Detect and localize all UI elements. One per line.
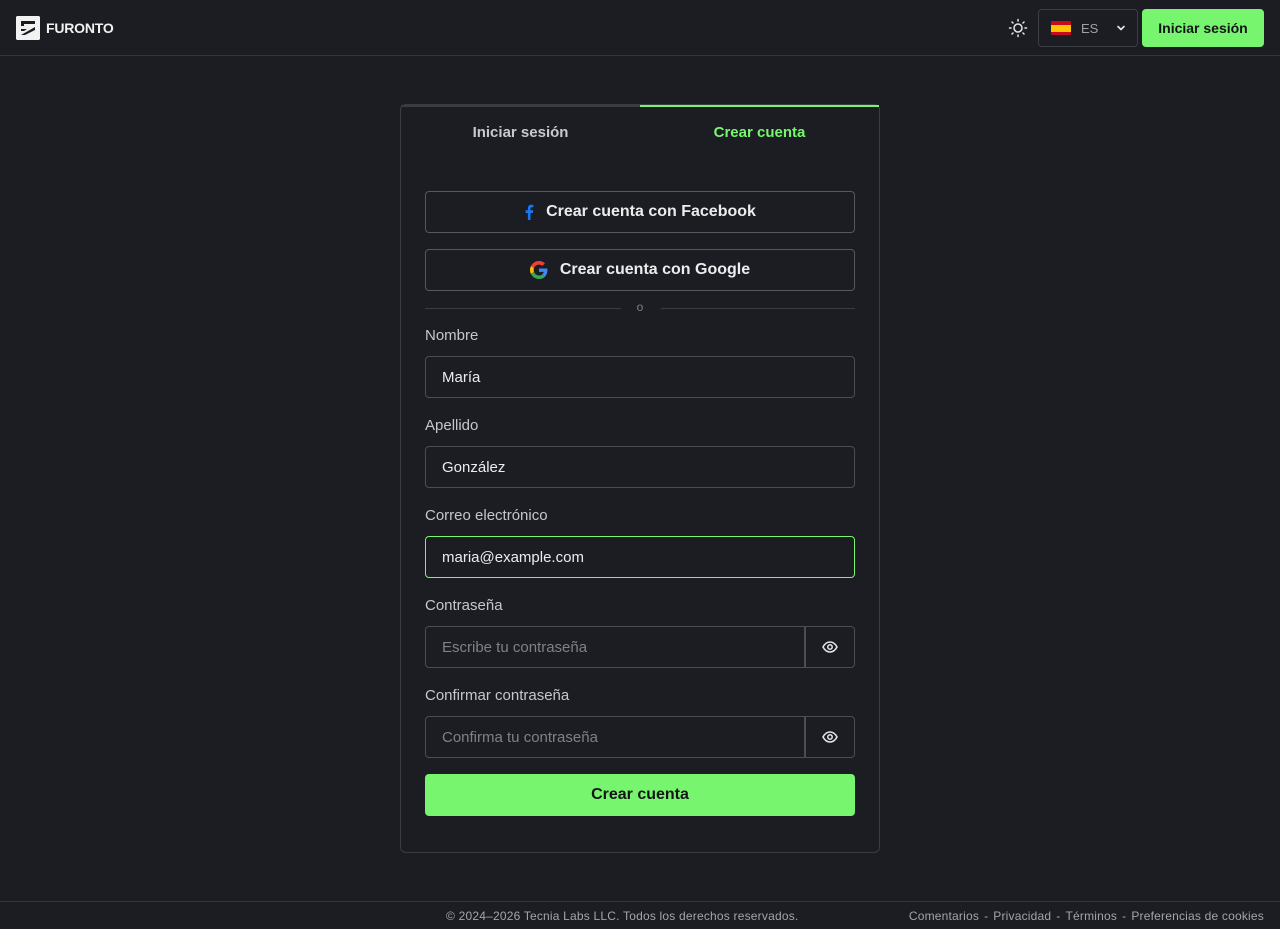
tab-login[interactable]: Iniciar sesión: [401, 105, 640, 157]
email-label: Correo electrónico: [425, 507, 548, 524]
chevron-down-icon: [1117, 25, 1126, 31]
footer-links: Comentarios - Privacidad - Términos - Pr…: [909, 909, 1264, 923]
last-name-input[interactable]: González: [425, 446, 855, 488]
google-icon: [529, 261, 548, 279]
last-name-label: Apellido: [425, 417, 479, 434]
language-code: ES: [1081, 20, 1099, 36]
logo-text: FURONTO: [46, 20, 114, 36]
password-placeholder: Escribe tu contraseña: [442, 638, 588, 656]
logo[interactable]: FURONTO: [16, 15, 114, 41]
email-input[interactable]: maria@example.com: [425, 536, 855, 578]
or-divider: o: [425, 300, 855, 315]
footer-link-privacy[interactable]: Privacidad: [993, 909, 1051, 923]
facebook-signup-button[interactable]: Crear cuenta con Facebook: [425, 191, 855, 233]
last-name-value: González: [442, 458, 506, 476]
confirm-password-label: Confirmar contraseña: [425, 687, 570, 704]
email-value: maria@example.com: [442, 548, 584, 566]
header-login-button[interactable]: Iniciar sesión: [1142, 9, 1264, 47]
password-input[interactable]: Escribe tu contraseña: [425, 626, 805, 668]
first-name-input[interactable]: María: [425, 356, 855, 398]
spain-flag-icon: [1051, 21, 1071, 35]
or-text: o: [636, 300, 644, 314]
top-bar: FURONTO ES Iniciar sesión: [0, 0, 1280, 56]
auth-tabs: Iniciar sesión Crear cuenta: [401, 105, 879, 157]
toggle-confirm-password-visibility-button[interactable]: [805, 716, 855, 758]
copyright-text: © 2024–2026 Tecnia Labs LLC. Todos los d…: [446, 909, 799, 923]
facebook-signup-label: Crear cuenta con Facebook: [546, 203, 756, 220]
eye-icon: [822, 731, 838, 743]
google-signup-button[interactable]: Crear cuenta con Google: [425, 249, 855, 291]
language-select[interactable]: ES: [1038, 9, 1138, 47]
footer-separator: -: [1122, 909, 1127, 923]
toggle-password-visibility-button[interactable]: [805, 626, 855, 668]
footer-separator: -: [984, 909, 989, 923]
google-signup-label: Crear cuenta con Google: [559, 261, 751, 278]
confirm-password-input[interactable]: Confirma tu contraseña: [425, 716, 805, 758]
tab-signup[interactable]: Crear cuenta: [640, 105, 879, 157]
create-account-button[interactable]: Crear cuenta: [425, 774, 855, 816]
eye-icon: [822, 641, 838, 653]
footer-separator: -: [1056, 909, 1061, 923]
sun-icon: [1008, 18, 1028, 38]
footer-link-terms[interactable]: Términos: [1066, 909, 1118, 923]
theme-toggle-button[interactable]: [1006, 16, 1030, 40]
password-label: Contraseña: [425, 597, 503, 614]
first-name-label: Nombre: [425, 327, 479, 344]
first-name-value: María: [442, 368, 481, 386]
footer: © 2024–2026 Tecnia Labs LLC. Todos los d…: [0, 901, 1280, 929]
footer-link-cookie-preferences[interactable]: Preferencias de cookies: [1131, 909, 1264, 923]
auth-card: Iniciar sesión Crear cuenta Crear cuenta…: [400, 104, 880, 853]
footer-link-feedback[interactable]: Comentarios: [909, 909, 979, 923]
confirm-password-placeholder: Confirma tu contraseña: [442, 728, 598, 746]
facebook-icon: [525, 204, 534, 220]
logo-icon: [16, 16, 40, 40]
